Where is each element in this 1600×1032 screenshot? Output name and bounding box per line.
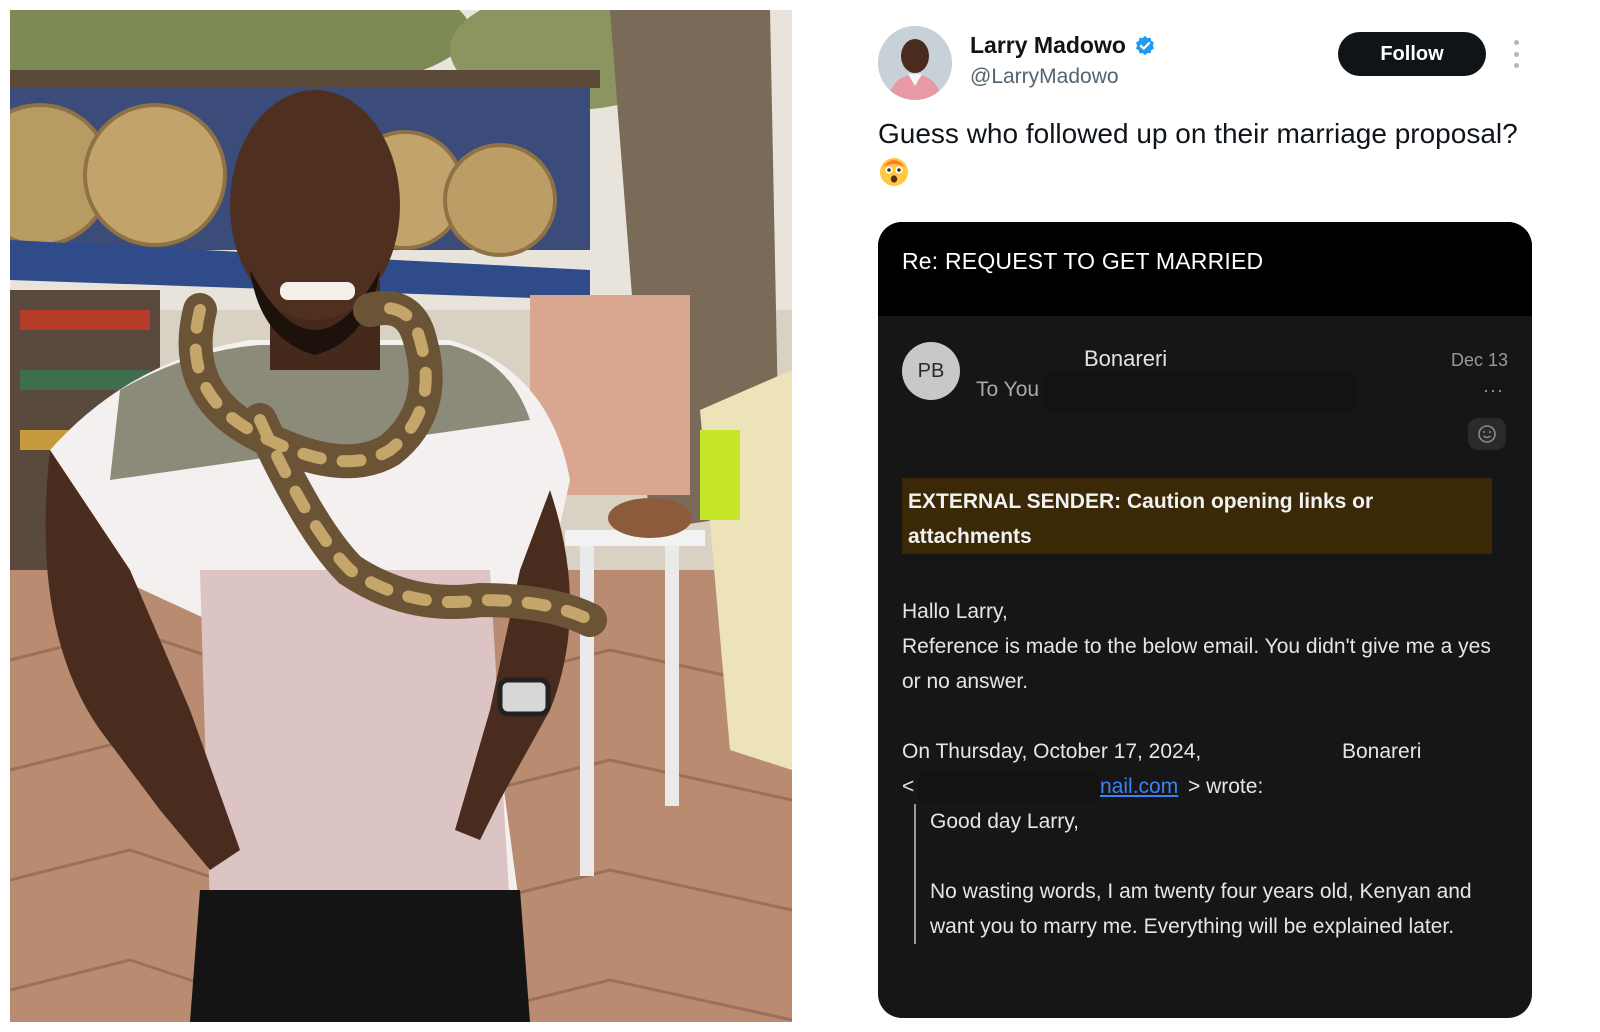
author-name-row: Larry Madowo [970, 32, 1156, 59]
more-options-icon[interactable] [1510, 40, 1522, 68]
recipient-label: To You [976, 378, 1040, 401]
email-message: Reference is made to the below email. Yo… [902, 635, 1491, 693]
quoted-message: Good day Larry, No wasting words, I am t… [914, 804, 1494, 944]
quote-email-link: nail.com [1100, 775, 1179, 798]
email-screenshot[interactable]: Re: REQUEST TO GET MARRIED PB Bonareri T… [878, 222, 1532, 1018]
quote-date-line: On Thursday, October 17, 2024, [902, 740, 1202, 763]
smiley-reaction-icon [1468, 418, 1506, 450]
tweet-text: Guess who followed up on their marriage … [878, 114, 1518, 192]
email-header: Re: REQUEST TO GET MARRIED [878, 222, 1532, 316]
quote-sender-name: Bonareri [1342, 740, 1422, 763]
quote-greeting: Good day Larry, [930, 810, 1080, 833]
sender-name: Bonareri [1084, 346, 1168, 371]
verified-badge-icon [1134, 35, 1156, 57]
email-greeting: Hallo Larry, [902, 600, 1008, 623]
email-date: Dec 13 [1450, 350, 1508, 370]
astonished-emoji-icon [878, 155, 910, 187]
quote-body: No wasting words, I am twenty four years… [930, 880, 1472, 938]
quote-wrote: > wrote: [1188, 775, 1264, 798]
follow-button[interactable]: Follow [1338, 32, 1486, 76]
email-sender-row: PB Bonareri To You Dec 13 ··· [902, 342, 1508, 412]
tweet-body: Guess who followed up on their marriage … [878, 118, 1518, 149]
author-handle: @LarryMadowo [970, 65, 1119, 88]
author-info[interactable]: Larry Madowo @LarryMadowo [970, 32, 1156, 89]
quote-bracket: < [902, 775, 915, 798]
email-subject: Re: REQUEST TO GET MARRIED [902, 248, 1264, 274]
author-avatar[interactable] [878, 26, 952, 100]
ellipsis-icon: ··· [1483, 380, 1504, 400]
external-sender-warning: EXTERNAL SENDER: Caution opening links o… [902, 478, 1492, 554]
tweet-photo[interactable] [10, 10, 792, 1022]
author-name: Larry Madowo [970, 32, 1126, 58]
redaction-bar [918, 772, 1100, 802]
sender-avatar: PB [902, 342, 960, 400]
quote-header: On Thursday, October 17, 2024, Bonareri … [902, 734, 1502, 802]
redaction-bar [1044, 372, 1356, 412]
tweet-card: Larry Madowo @LarryMadowo Follow Guess w… [870, 20, 1570, 1020]
email-body: Hallo Larry, Reference is made to the be… [902, 594, 1502, 699]
photo-illustration [10, 10, 792, 1022]
